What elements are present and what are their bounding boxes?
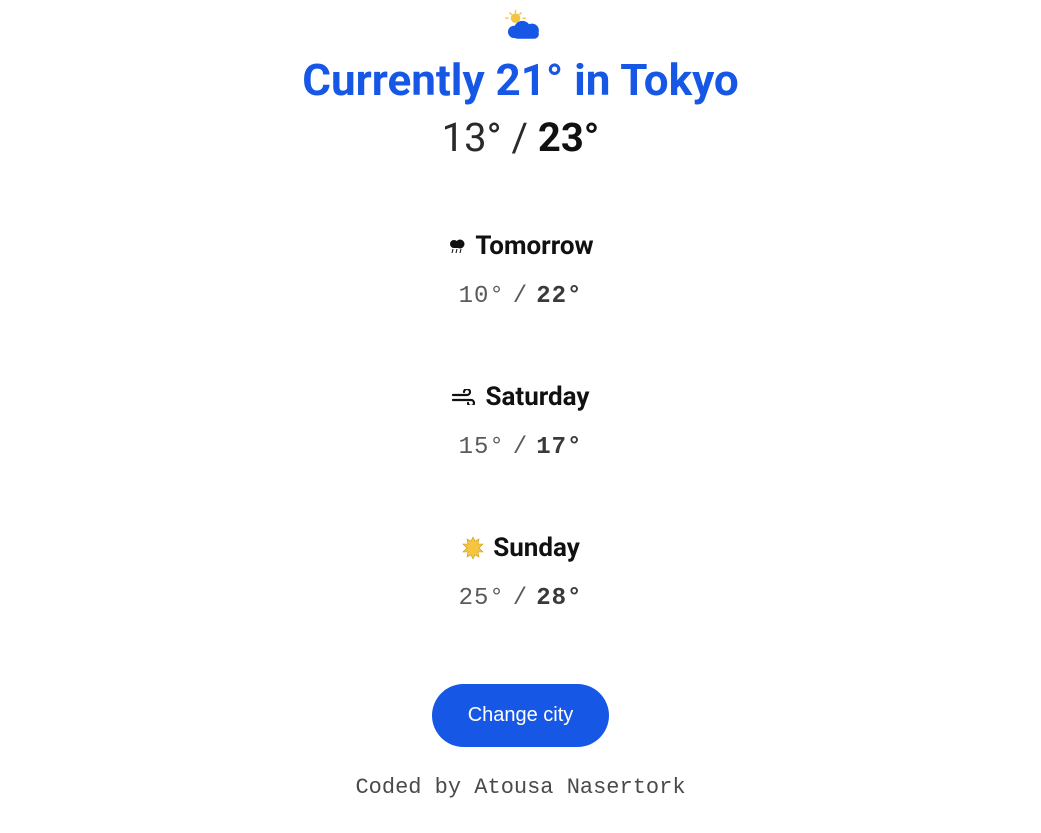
range-separator: /: [513, 585, 528, 612]
forecast-low: 10°: [459, 283, 505, 310]
range-separator: /: [513, 434, 528, 461]
forecast-high: 22°: [536, 283, 582, 310]
forecast-day: Sunday 25° / 28°: [459, 533, 583, 612]
partly-cloudy-icon: [499, 8, 543, 42]
wind-icon: [451, 389, 477, 405]
forecast-day-label: Sunday: [493, 533, 580, 563]
forecast-low: 15°: [459, 434, 505, 461]
range-separator: /: [513, 283, 528, 310]
forecast-day-label: Tomorrow: [475, 231, 593, 261]
rain-cloud-icon: [447, 237, 467, 255]
forecast-day-label: Saturday: [485, 382, 589, 412]
range-separator: /: [502, 114, 538, 161]
current-temp-range: 13° / 23°: [442, 114, 600, 161]
current-high: 23°: [538, 114, 599, 161]
forecast-low: 25°: [459, 585, 505, 612]
footer-credit: Coded by Atousa Nasertork: [355, 775, 685, 800]
forecast-high: 28°: [536, 585, 582, 612]
forecast-temp-range: 10° / 22°: [447, 283, 593, 310]
forecast-day: Tomorrow 10° / 22°: [447, 231, 593, 310]
current-low: 13°: [442, 114, 502, 161]
current-weather-title: Currently 21° in Tokyo: [302, 54, 739, 106]
forecast-day: Saturday 15° / 17°: [451, 382, 589, 461]
change-city-button[interactable]: Change city: [432, 684, 610, 747]
sun-icon: [461, 536, 485, 560]
forecast-temp-range: 25° / 28°: [459, 585, 583, 612]
forecast-high: 17°: [536, 434, 582, 461]
forecast-temp-range: 15° / 17°: [451, 434, 589, 461]
